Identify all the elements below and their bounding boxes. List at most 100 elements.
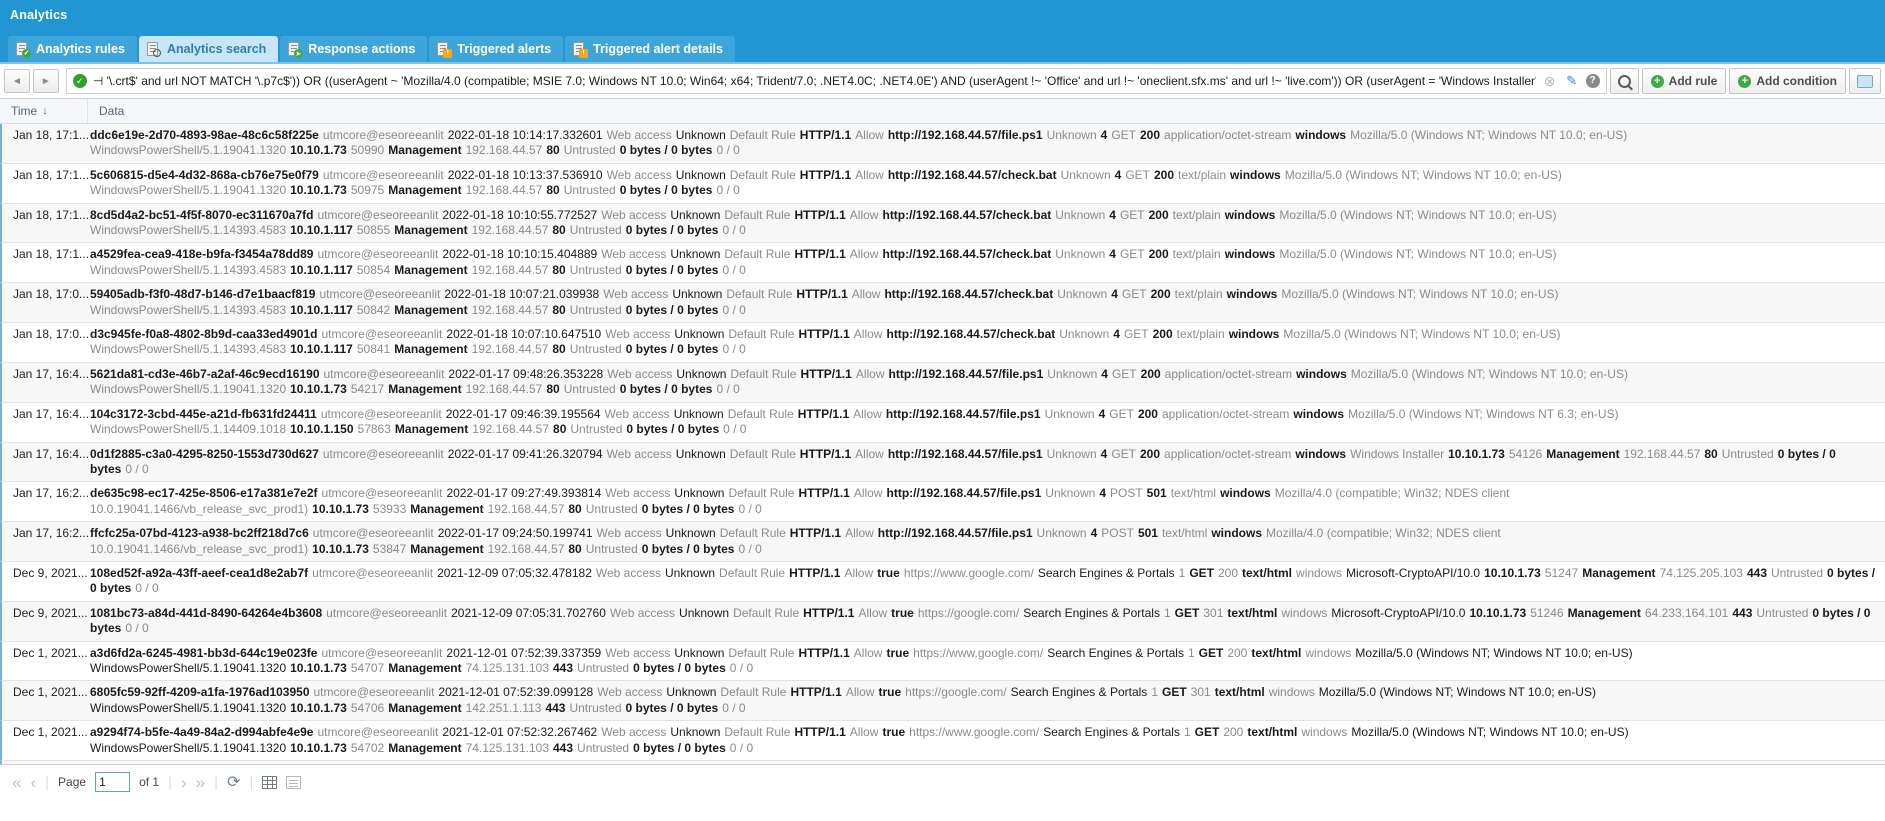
add-condition-button[interactable]: Add condition (1729, 68, 1846, 94)
data-token: utmcore@eseoreeanlit (322, 128, 444, 142)
data-token: Allow (853, 486, 883, 501)
data-token: 0 bytes / 0 bytes (625, 262, 719, 277)
table-row[interactable]: Dec 1, 2021...1dd55852-45de-4c2a-b61c-f2… (0, 761, 1885, 764)
table-row[interactable]: Jan 18, 17:1... ddc6e19e-2d70-4893-98ae-4… (0, 124, 1885, 164)
document-play-icon (288, 41, 304, 58)
data-token: GET (1189, 565, 1214, 580)
data-token: http://192.168.44.57/file.ps1 (887, 446, 1043, 461)
data-token: Untrusted (563, 183, 616, 198)
data-token: 0 / 0 (722, 223, 746, 238)
query-input-box[interactable]: ⊣ '\.crt$' and url NOT MATCH '\.p7c$')) … (65, 68, 1607, 94)
previous-page-button[interactable]: ‹ (30, 774, 36, 791)
data-token: 0 bytes / 0 bytes (633, 740, 726, 755)
data-token: windows (1296, 366, 1347, 381)
table-row[interactable]: Dec 1, 2021... 6805fc59-92ff-4209-a1fa-19… (0, 681, 1885, 722)
data-token: Unknown (1055, 247, 1106, 262)
data-token: 4 (1101, 366, 1108, 381)
clear-icon[interactable]: ⊗ (1542, 73, 1558, 89)
tab-response-actions[interactable]: Response actions (280, 36, 428, 62)
data-token: 54126 (1508, 446, 1543, 461)
data-token: utmcore@eseoreeanlit (322, 446, 444, 461)
data-token: 2022-01-17 09:46:39.195564 (445, 406, 601, 421)
list-view-icon[interactable] (286, 775, 302, 789)
edit-pencil-icon[interactable]: ✎ (1564, 73, 1580, 89)
first-page-button[interactable]: « (12, 774, 21, 791)
data-token: 4 (1100, 128, 1108, 142)
data-token: 0 / 0 (716, 382, 740, 397)
data-token: 0 / 0 (716, 143, 740, 158)
data-token: 53847 (372, 541, 407, 556)
table-view-icon[interactable] (262, 775, 278, 789)
query-expression-text[interactable]: ⊣ '\.crt$' and url NOT MATCH '\.p7c$')) … (93, 74, 1536, 88)
cell-time: Jan 17, 16:4... (13, 366, 90, 381)
history-back-button[interactable]: ◄ (4, 69, 30, 93)
table-row[interactable]: Dec 9, 2021... 108ed52f-a92a-43ff-aeef-ce… (0, 561, 1885, 602)
data-token: 200 (1153, 167, 1175, 182)
data-token: Search Engines & Portals (1023, 605, 1160, 620)
page-number-input[interactable] (95, 772, 131, 792)
data-token: 4 (1109, 207, 1116, 222)
table-row[interactable]: Jan 17, 16:4... 0d1f2885-c3a0-4295-8250-1… (0, 442, 1885, 483)
data-token: 4 (1099, 486, 1106, 501)
data-token: a3d6fd2a-6245-4981-bb3d-644c19e023fe (90, 645, 318, 660)
page-title: Analytics (10, 8, 68, 22)
table-row[interactable]: Jan 18, 17:0... d3c945fe-f0a8-4802-8b9d-c… (0, 323, 1885, 363)
data-token: windows (1224, 247, 1276, 262)
data-token: http://192.168.44.57/check.bat (882, 207, 1052, 222)
data-token: 0 / 0 (738, 501, 762, 516)
data-token: text/html (1170, 486, 1217, 501)
add-condition-label: Add condition (1756, 74, 1837, 88)
data-token: https://www.google.com/ (903, 565, 1034, 580)
data-token: Management (410, 501, 484, 516)
column-header-time[interactable]: Time ↓ (0, 99, 88, 123)
print-button[interactable] (1848, 68, 1881, 94)
data-token: Web access (601, 247, 667, 262)
refresh-icon[interactable]: ⟳ (227, 772, 240, 792)
data-token: Management (1582, 565, 1656, 580)
data-token: 74.125.131.103 (465, 660, 549, 675)
data-token: 10.10.1.73 (290, 700, 347, 715)
data-token: GET (1109, 406, 1134, 421)
table-row[interactable]: Dec 9, 2021... 1081bc73-a84d-441d-8490-64… (0, 601, 1885, 642)
data-token: 0 / 0 (738, 541, 762, 556)
data-token: Untrusted (577, 740, 630, 755)
query-toolbar: ◄ ► ⊣ '\.crt$' and url NOT MATCH '\.p7c$… (0, 62, 1885, 98)
data-token: Default Rule (724, 247, 791, 262)
table-row[interactable]: Jan 18, 17:1... a4529fea-cea9-418e-b9fa-f… (0, 243, 1885, 284)
data-token: 0 bytes / 0 bytes (641, 501, 735, 516)
add-rule-button[interactable]: Add rule (1641, 68, 1727, 94)
data-token: GET (1119, 247, 1145, 262)
next-page-button[interactable]: › (181, 774, 187, 791)
table-row[interactable]: Dec 1, 2021... a9294f74-b5fe-4a49-84a2-d9… (0, 721, 1885, 761)
table-row[interactable]: Jan 17, 16:2... de635c98-ec17-425e-8506-e… (0, 482, 1885, 523)
data-token: HTTP/1.1 (789, 526, 842, 541)
column-header-data-label: Data (99, 104, 125, 118)
table-row[interactable]: Jan 18, 17:1... 8cd5d4a2-bc51-4f5f-8070-e… (0, 203, 1885, 244)
tab-triggered-alerts[interactable]: Triggered alerts (429, 36, 564, 62)
help-icon[interactable]: ? (1585, 74, 1600, 88)
table-row[interactable]: Jan 18, 17:1... 5c606815-d5e4-4d32-868a-c… (0, 163, 1885, 204)
table-row[interactable]: Jan 18, 17:0... 59405adb-f3f0-48d7-b146-d… (0, 283, 1885, 324)
data-token: Management (1546, 446, 1620, 461)
last-page-button[interactable]: » (196, 774, 205, 791)
data-token: 10.10.1.73 (290, 382, 347, 397)
column-header-data[interactable]: Data (88, 99, 124, 123)
table-row[interactable]: Dec 1, 2021... a3d6fd2a-6245-4981-bb3d-64… (0, 641, 1885, 682)
data-token: 301 (1190, 685, 1211, 700)
data-token: GET (1111, 366, 1137, 381)
search-button[interactable] (1609, 68, 1639, 94)
data-token: utmcore@eseoreeanlit (321, 327, 443, 342)
tab-analytics-rules[interactable]: Analytics rules (8, 36, 137, 62)
table-row[interactable]: Jan 17, 16:4... 104c3172-3cbd-445e-a21d-f… (0, 402, 1885, 443)
table-row[interactable]: Jan 17, 16:2... ffcfc25a-07bd-4123-a938-b… (0, 522, 1885, 562)
table-row[interactable]: Jan 17, 16:4... 5621da81-cd3e-46b7-a2af-4… (0, 362, 1885, 403)
history-forward-button[interactable]: ► (32, 69, 59, 93)
divider: | (249, 773, 254, 791)
data-token: Default Rule (720, 685, 787, 700)
cell-data: 108ed52f-a92a-43ff-aeef-cea1d8e2ab7f utmc… (90, 566, 1885, 597)
tab-triggered-alert-details[interactable]: Triggered alert details (565, 36, 735, 62)
plus-icon (1738, 74, 1752, 88)
data-token: Management (394, 422, 469, 437)
tab-analytics-search[interactable]: Analytics search (138, 36, 279, 62)
data-token: Untrusted (577, 660, 630, 675)
